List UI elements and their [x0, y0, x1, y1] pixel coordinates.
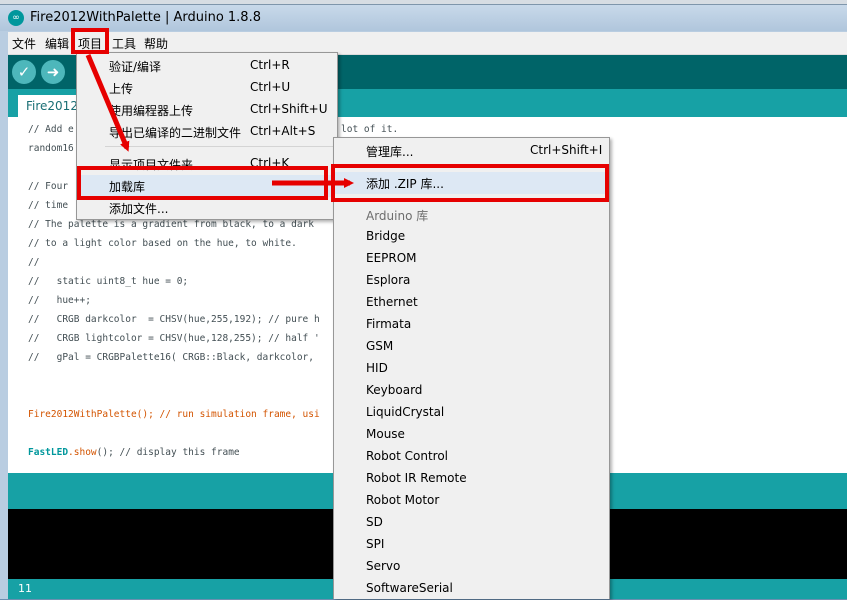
annotation-arrow-down: [85, 54, 130, 152]
annotation-arrows: [85, 54, 354, 188]
